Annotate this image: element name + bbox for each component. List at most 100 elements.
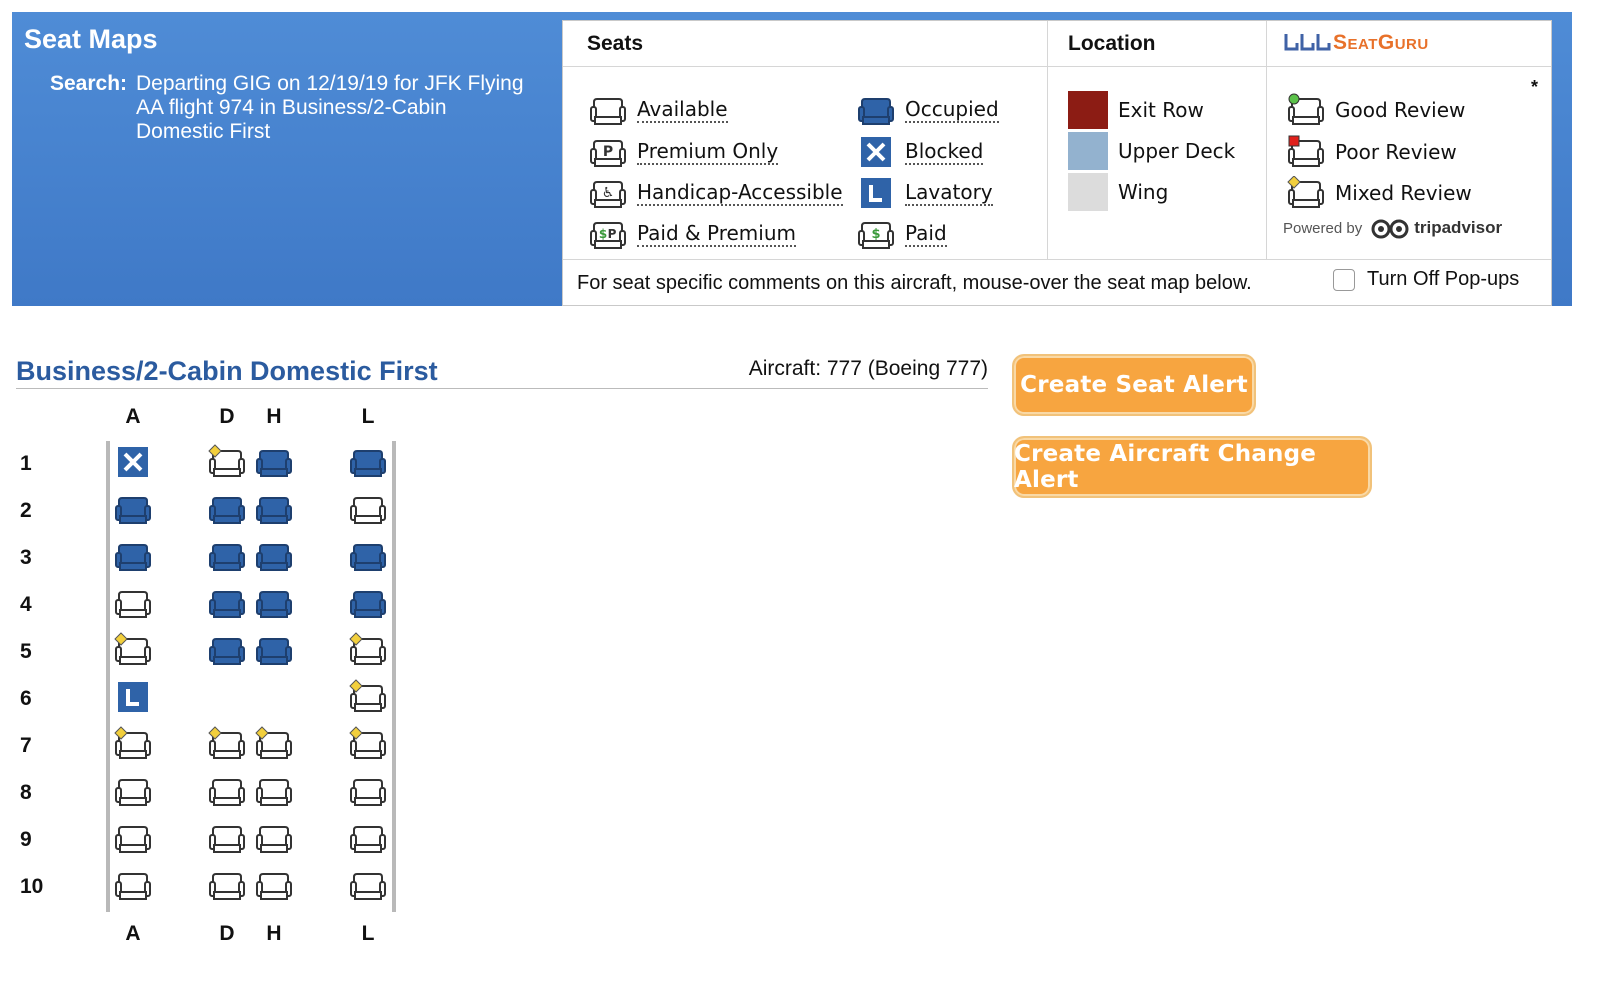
seat-9l[interactable] [349, 820, 387, 856]
turn-off-popups-label[interactable]: Turn Off Pop-ups [1367, 268, 1519, 291]
legend-paid-premium[interactable]: $ P Paid & Premium [589, 217, 796, 251]
legend-available[interactable]: Available [589, 93, 728, 127]
column-label-h: H [266, 405, 282, 428]
row-label-2: 2 [20, 499, 32, 522]
seat-2d[interactable] [208, 491, 246, 527]
exit-row-swatch [1068, 91, 1108, 129]
legend-seats-heading: Seats [563, 21, 1047, 67]
good-review-seat-icon [1288, 93, 1324, 125]
create-aircraft-change-alert-button[interactable]: Create Aircraft Change Alert [1012, 436, 1372, 498]
search-summary: Departing GIG on 12/19/19 for JFK Flying… [136, 72, 524, 143]
legend-premium-label: Premium Only [637, 138, 779, 165]
lavatory-6a[interactable] [114, 679, 152, 715]
row-label-6: 6 [20, 687, 32, 710]
seat-8h[interactable] [255, 773, 293, 809]
seat-7a[interactable] [114, 726, 152, 762]
seat-3l[interactable] [349, 538, 387, 574]
seat-4d[interactable] [208, 585, 246, 621]
wing-swatch [1068, 173, 1108, 211]
legend-poor-review-label: Poor Review [1335, 140, 1457, 164]
page-title: Seat Maps [24, 24, 158, 54]
seat-1l[interactable] [349, 444, 387, 480]
seat-6l[interactable] [349, 679, 387, 715]
svg-text:♿: ♿ [602, 185, 615, 201]
seat-3a[interactable] [114, 538, 152, 574]
premium-seat-icon: P [590, 140, 626, 167]
column-label-a: A [125, 405, 141, 428]
poor-review-seat-icon [1288, 135, 1324, 167]
legend-mixed-review-label: Mixed Review [1335, 181, 1472, 205]
legend-mixed-review: Mixed Review [1287, 176, 1472, 210]
seat-10l[interactable] [349, 867, 387, 903]
paid-premium-seat-icon: $ P [590, 222, 626, 249]
legend-wing-label: Wing [1118, 180, 1169, 204]
column-label-l: L [361, 922, 375, 945]
turn-off-popups-checkbox[interactable] [1333, 268, 1355, 291]
legend-poor-review: Poor Review [1287, 135, 1457, 169]
fuselage-right-wall [392, 441, 396, 912]
seat-5l[interactable] [349, 632, 387, 668]
tripadvisor-owl-icon [1371, 219, 1409, 239]
legend-location-heading: Location [1048, 21, 1266, 67]
legend-good-review: Good Review [1287, 93, 1465, 127]
seat-10d[interactable] [208, 867, 246, 903]
seatguru-seats-icon [1284, 34, 1331, 51]
legend-wing: Wing [1068, 173, 1168, 211]
asterisk-note: * [1531, 77, 1539, 97]
legend-upper-deck: Upper Deck [1068, 132, 1235, 170]
seat-8l[interactable] [349, 773, 387, 809]
row-label-9: 9 [20, 828, 32, 851]
tripadvisor-brand: tripadvisor [1414, 218, 1503, 237]
column-label-d: D [219, 922, 235, 945]
seat-8d[interactable] [208, 773, 246, 809]
seat-2h[interactable] [255, 491, 293, 527]
legend-lavatory[interactable]: Lavatory [857, 176, 993, 210]
seat-5h[interactable] [255, 632, 293, 668]
seat-3d[interactable] [208, 538, 246, 574]
seat-10h[interactable] [255, 867, 293, 903]
cabin-title: Business/2-Cabin Domestic First [16, 356, 438, 386]
fuselage-left-wall [106, 441, 110, 912]
seat-7l[interactable] [349, 726, 387, 762]
legend-occupied[interactable]: Occupied [857, 93, 999, 127]
legend-exit-row: Exit Row [1068, 91, 1204, 129]
seat-1a[interactable] [114, 444, 152, 480]
seat-1h[interactable] [255, 444, 293, 480]
seat-map: A D H L A D H L 1 2 3 4 5 6 7 8 9 10 [0, 400, 420, 960]
blocked-seat-icon [859, 135, 893, 169]
seat-5d[interactable] [208, 632, 246, 668]
seat-9d[interactable] [208, 820, 246, 856]
seat-4a[interactable] [114, 585, 152, 621]
powered-by-tripadvisor: Powered by tripadvisor [1283, 217, 1502, 239]
seat-2a[interactable] [114, 491, 152, 527]
seat-1d[interactable] [208, 444, 246, 480]
seat-2l[interactable] [349, 491, 387, 527]
powered-by-label: Powered by [1283, 219, 1363, 237]
seat-4l[interactable] [349, 585, 387, 621]
seat-9a[interactable] [114, 820, 152, 856]
upper-deck-swatch [1068, 132, 1108, 170]
legend-panel: Seats Location SeatGuru * Available P Pr… [562, 20, 1552, 306]
seat-8a[interactable] [114, 773, 152, 809]
seat-7d[interactable] [208, 726, 246, 762]
legend-premium-only[interactable]: P Premium Only [589, 135, 779, 169]
seat-9h[interactable] [255, 820, 293, 856]
seat-4h[interactable] [255, 585, 293, 621]
row-label-8: 8 [20, 781, 32, 804]
create-seat-alert-button[interactable]: Create Seat Alert [1012, 354, 1256, 416]
legend-handicap-label: Handicap-Accessible [637, 179, 843, 206]
turn-off-popups-toggle[interactable]: Turn Off Pop-ups [1333, 268, 1519, 291]
seat-3h[interactable] [255, 538, 293, 574]
lavatory-icon [859, 176, 893, 210]
legend-paid-label: Paid [905, 220, 947, 247]
seat-7h[interactable] [255, 726, 293, 762]
legend-handicap[interactable]: ♿ Handicap-Accessible [589, 176, 843, 210]
seat-5a[interactable] [114, 632, 152, 668]
svg-text:P: P [603, 144, 613, 160]
row-label-4: 4 [20, 593, 32, 616]
legend-paid[interactable]: $ Paid [857, 217, 947, 251]
seat-10a[interactable] [114, 867, 152, 903]
row-label-1: 1 [20, 452, 32, 475]
legend-blocked-label: Blocked [905, 138, 984, 165]
legend-blocked[interactable]: Blocked [857, 135, 984, 169]
